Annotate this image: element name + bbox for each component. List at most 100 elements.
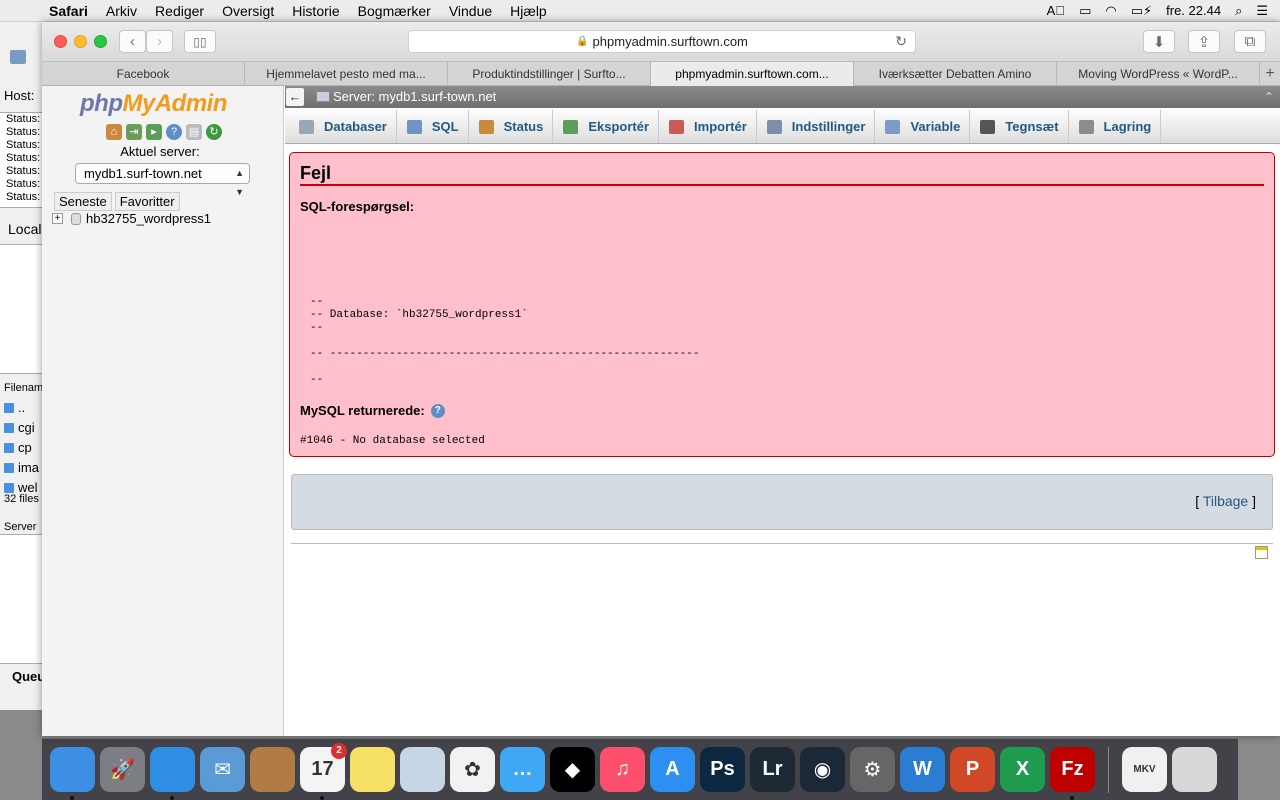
share-button[interactable]: ⇪ (1188, 30, 1220, 53)
menu-sql[interactable]: SQL (397, 110, 469, 143)
finder-icon[interactable] (50, 747, 95, 800)
file-item[interactable]: cp (4, 440, 32, 455)
server-column-header[interactable]: Server (4, 521, 36, 533)
menu-window[interactable]: Vindue (440, 3, 501, 19)
error-code: #1046 - No database selected (300, 435, 485, 447)
console-icon[interactable] (1255, 546, 1268, 559)
back-link[interactable]: Tilbage (1203, 493, 1248, 509)
battery-icon[interactable]: ▭⚡ (1131, 3, 1152, 19)
file-item[interactable]: ima (4, 460, 39, 475)
menu-bookmarks[interactable]: Bogmærker (349, 3, 440, 19)
menu-settings[interactable]: Indstillinger (757, 110, 876, 143)
server-breadcrumb[interactable]: Server: mydb1.surf-town.net (333, 86, 496, 108)
collapse-nav-button[interactable]: ← (286, 88, 304, 106)
downloads-stack-icon[interactable]: MKV (1122, 747, 1167, 792)
server-breadcrumb-bar: ← Server: mydb1.surf-town.net ⌃ (285, 86, 1280, 108)
mail-icon[interactable]: ✉ (200, 747, 245, 792)
docs-icon[interactable]: ? (166, 124, 182, 140)
queue-tab[interactable]: Queu (12, 669, 43, 684)
messages-icon[interactable]: … (500, 747, 545, 792)
word-icon[interactable]: W (900, 747, 945, 792)
sidebar-button[interactable]: ▯▯ (184, 30, 216, 53)
menu-charsets[interactable]: Tegnsæt (970, 110, 1069, 143)
wifi-icon[interactable]: ◠ (1105, 3, 1116, 19)
menu-view[interactable]: Oversigt (213, 3, 283, 19)
menu-file[interactable]: Arkiv (97, 3, 146, 19)
tab-produktindstillinger[interactable]: Produktindstillinger | Surfto... (448, 62, 651, 86)
collapse-top-icon[interactable]: ⌃ (1264, 86, 1274, 108)
menu-history[interactable]: Historie (283, 3, 348, 19)
server-select[interactable]: mydb1.surf-town.net ▲ ▼ (75, 163, 250, 197)
notification-center-icon[interactable]: ☰ (1256, 3, 1268, 19)
back-button[interactable]: ‹ (119, 30, 146, 53)
file-item[interactable]: .. (4, 400, 25, 415)
menu-status[interactable]: Status (469, 110, 554, 143)
preview-icon[interactable] (400, 747, 445, 792)
database-tree-item[interactable]: + hb32755_wordpress1 (52, 211, 211, 226)
minimize-window-button[interactable] (74, 35, 87, 48)
menu-import[interactable]: Importér (659, 110, 757, 143)
tidal-icon[interactable]: ◆ (550, 747, 595, 792)
share-icon: ⇪ (1197, 33, 1211, 51)
excel-icon[interactable]: X (1000, 747, 1045, 792)
file-item[interactable]: cgi (4, 420, 35, 435)
tab-recent[interactable]: Seneste (54, 192, 112, 211)
menu-databases[interactable]: Databaser (289, 110, 397, 143)
photos-icon[interactable]: ✿ (450, 747, 495, 792)
expand-icon[interactable]: + (52, 213, 63, 224)
phpmyadmin-logo[interactable]: phpMyAdmin (80, 90, 227, 118)
launchpad-icon[interactable]: 🚀 (100, 747, 145, 792)
tab-facebook[interactable]: Facebook (42, 62, 245, 86)
status-row: Status: (6, 126, 41, 138)
system-preferences-icon[interactable]: ⚙ (850, 747, 895, 792)
photoshop-icon[interactable]: Ps (700, 747, 745, 792)
query-window-icon[interactable]: ▸ (146, 124, 162, 140)
home-icon[interactable]: ⌂ (106, 124, 122, 140)
database-name[interactable]: hb32755_wordpress1 (86, 211, 211, 226)
queue-list[interactable] (0, 534, 43, 664)
contacts-icon[interactable] (250, 747, 295, 792)
notes-icon[interactable] (350, 747, 395, 792)
tab-favorites[interactable]: Favoritter (114, 192, 180, 211)
address-bar[interactable]: 🔒 phpmyadmin.surftown.com ↻ (408, 30, 916, 53)
tab-moving-wordpress[interactable]: Moving WordPress « WordP... (1057, 62, 1260, 86)
tab-overview-button[interactable]: ⧉ (1234, 30, 1266, 53)
menu-engines[interactable]: Lagring (1069, 110, 1162, 143)
powerpoint-icon[interactable]: P (950, 747, 995, 792)
reload-icon[interactable]: ↻ (895, 33, 907, 50)
site-manager-icon[interactable] (10, 50, 26, 64)
filename-header[interactable]: Filenam (4, 382, 43, 394)
close-window-button[interactable] (54, 35, 67, 48)
logout-icon[interactable]: ⇥ (126, 124, 142, 140)
reload-navigation-icon[interactable]: ↻ (206, 124, 222, 140)
forward-button[interactable]: › (146, 30, 173, 53)
spotlight-search-icon[interactable]: ⌕ (1235, 3, 1242, 19)
airplay-icon[interactable]: ▭ (1079, 3, 1091, 19)
menu-edit[interactable]: Rediger (146, 3, 213, 19)
menu-variables[interactable]: Variable (875, 110, 971, 143)
safari-icon[interactable] (150, 747, 195, 800)
trash-icon[interactable] (1172, 747, 1217, 792)
appstore-icon[interactable]: A (650, 747, 695, 792)
menu-help[interactable]: Hjælp (501, 3, 556, 19)
status-row: Status: (6, 178, 41, 190)
calendar-icon[interactable]: 17 2 (300, 743, 347, 800)
new-tab-button[interactable]: + (1260, 62, 1280, 85)
filezilla-icon[interactable]: Fz (1050, 747, 1095, 800)
pma-main: ← Server: mydb1.surf-town.net ⌃ Database… (285, 86, 1280, 736)
tab-ivaerksaetter[interactable]: Iværksætter Debatten Amino (854, 62, 1057, 86)
clock[interactable]: fre. 22.44 (1166, 3, 1221, 18)
input-source-icon[interactable]: A⃞ (1047, 3, 1065, 18)
documentation-icon[interactable]: ▤ (186, 124, 202, 140)
tab-pesto[interactable]: Hjemmelavet pesto med ma... (245, 62, 448, 86)
fullscreen-window-button[interactable] (94, 35, 107, 48)
tab-phpmyadmin[interactable]: phpmyadmin.surftown.com... (651, 62, 854, 86)
local-tree[interactable] (0, 244, 43, 374)
steam-icon[interactable]: ◉ (800, 747, 845, 792)
help-icon[interactable]: ? (430, 403, 445, 418)
lightroom-icon[interactable]: Lr (750, 747, 795, 792)
downloads-button[interactable]: ⬇ (1143, 30, 1175, 53)
itunes-icon[interactable]: ♫ (600, 747, 645, 792)
menu-app-name[interactable]: Safari (40, 3, 97, 19)
menu-export[interactable]: Eksportér (553, 110, 660, 143)
